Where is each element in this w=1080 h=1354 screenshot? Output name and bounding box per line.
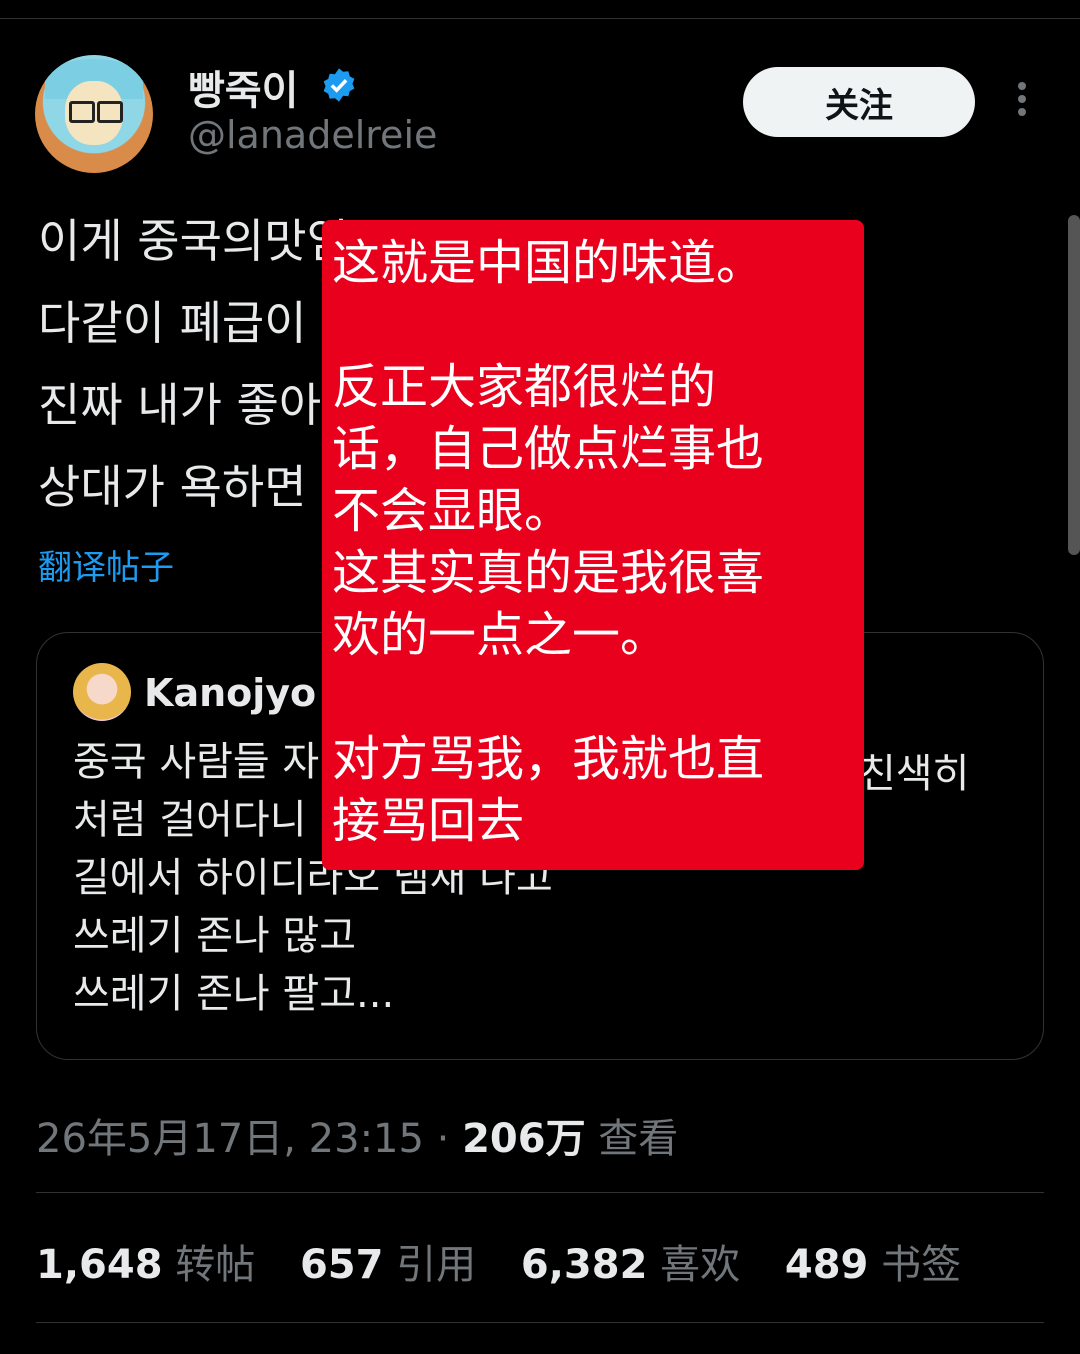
stat-bookmarks[interactable]: 489 书签: [785, 1242, 961, 1288]
engagement-stats: 1,648 转帖 657 引用 6,382 喜欢 489 书签: [36, 1232, 993, 1290]
author-handle[interactable]: @lanadelreie: [188, 113, 437, 157]
more-options-icon[interactable]: [1010, 82, 1034, 122]
stat-quotes[interactable]: 657 引用: [300, 1242, 476, 1288]
translation-overlay-text: 这就是中国的味道。 反正大家都很烂的 话，自己做点烂事也 不会显眼。 这其实真的…: [332, 235, 765, 849]
post-timestamp: 26年5月17日, 23:15 · 206万 查看: [36, 1106, 678, 1164]
top-divider: [0, 18, 1080, 19]
author-display-name[interactable]: 빵죽이: [188, 58, 298, 116]
stat-likes[interactable]: 6,382 喜欢: [521, 1242, 740, 1288]
quoted-author-name: Kanojyo: [144, 671, 317, 715]
divider: [36, 1322, 1044, 1323]
tweet-text: 이게 중국의맛임 다같이 폐급이 진짜 내가 좋아 상대가 욕하면: [38, 200, 349, 528]
verified-badge-icon: [323, 68, 355, 102]
post-date-time[interactable]: 26年5月17日, 23:15 ·: [36, 1116, 462, 1162]
tweet-line: 다같이 폐급이: [38, 296, 307, 350]
quoted-line-fragment: 친색히: [859, 751, 970, 797]
tweet-line: 진짜 내가 좋아: [38, 378, 322, 432]
quoted-line: 쓰레기 존나 많고: [73, 913, 357, 959]
quoted-author-avatar: [73, 663, 131, 721]
divider: [36, 1192, 1044, 1193]
views-count: 206万: [462, 1116, 586, 1162]
quoted-line: 쓰레기 존나 팔고...: [73, 971, 395, 1017]
scrollbar[interactable]: [1068, 215, 1080, 555]
tweet-line: 이게 중국의맛임: [38, 214, 349, 268]
translate-post-link[interactable]: 翻译帖子: [38, 540, 174, 589]
stat-reposts[interactable]: 1,648 转帖: [36, 1242, 255, 1288]
views-label: 查看: [585, 1116, 679, 1162]
author-avatar[interactable]: [35, 55, 153, 173]
tweet-line: 상대가 욕하면: [38, 460, 307, 514]
follow-button[interactable]: 关注: [743, 67, 975, 137]
